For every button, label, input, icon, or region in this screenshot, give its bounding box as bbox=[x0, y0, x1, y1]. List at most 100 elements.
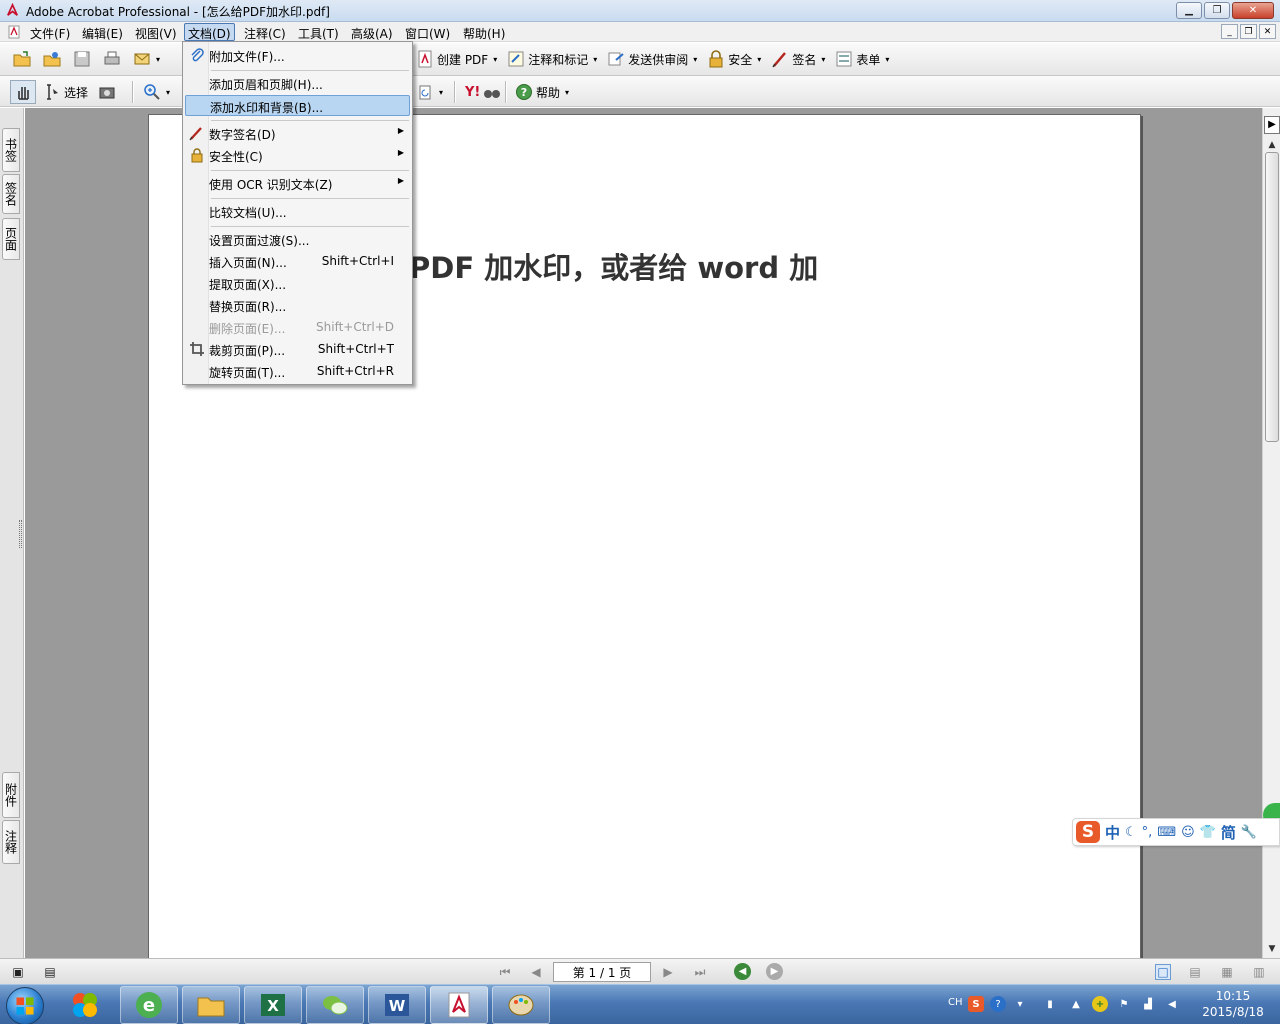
page-layout-icon[interactable]: ▣ bbox=[10, 964, 26, 980]
menuitem-label: 添加页眉和页脚(H)... bbox=[209, 78, 323, 92]
menu-comments[interactable]: 注释(C) bbox=[240, 23, 290, 41]
page-indicator[interactable]: 第 1 / 1 页 bbox=[553, 962, 651, 982]
taskbar-app-paint[interactable] bbox=[492, 986, 550, 1024]
create-pdf-button[interactable]: 创建 PDF ▾ bbox=[413, 47, 500, 71]
input-language[interactable]: CH bbox=[948, 997, 963, 1008]
action-center-icon[interactable]: ⚑ bbox=[1116, 996, 1132, 1012]
open-button[interactable] bbox=[10, 47, 34, 71]
tray-clock[interactable]: 10:15 2015/8/18 bbox=[1198, 988, 1268, 1020]
security-tray-icon[interactable]: + bbox=[1092, 996, 1108, 1012]
taskbar-app-paint-balls[interactable] bbox=[56, 986, 114, 1024]
sogou-logo-icon[interactable]: S bbox=[1076, 821, 1100, 843]
tab-pages[interactable]: 页面 bbox=[2, 218, 20, 260]
zoom-button[interactable]: ▾ bbox=[140, 80, 173, 104]
page-view-button[interactable]: ▾ bbox=[413, 80, 446, 104]
ime-mode-toggle[interactable]: 中 bbox=[1105, 822, 1120, 843]
menuitem-watermark-background[interactable]: 添加水印和背景(B)... bbox=[185, 95, 410, 116]
tab-attachments[interactable]: 附件 bbox=[2, 772, 20, 818]
network-icon[interactable]: ▟ bbox=[1140, 996, 1156, 1012]
last-page-button[interactable]: ⏭ bbox=[692, 964, 708, 980]
skin-shirt-icon[interactable]: 👕 bbox=[1200, 825, 1216, 840]
wrench-icon[interactable]: 🔧 bbox=[1241, 825, 1257, 840]
half-width-moon-icon[interactable]: ☾ bbox=[1125, 825, 1137, 840]
yahoo-toolbar-button[interactable]: Y! bbox=[462, 80, 504, 104]
menuitem-crop-pages[interactable]: 裁剪页面(P)... Shift+Ctrl+T bbox=[185, 339, 410, 360]
menu-tools[interactable]: 工具(T) bbox=[294, 23, 343, 41]
next-page-button[interactable]: ▶ bbox=[660, 964, 676, 980]
punctuation-icon[interactable]: °, bbox=[1142, 825, 1153, 840]
show-hidden-icons-arrow[interactable]: ▲ bbox=[1068, 996, 1084, 1012]
tab-bookmarks[interactable]: 书签 bbox=[2, 128, 20, 172]
close-button[interactable]: ✕ bbox=[1232, 2, 1274, 19]
keyboard-icon[interactable]: ⌨ bbox=[1157, 825, 1176, 840]
continuous-view-icon[interactable]: ▤ bbox=[1187, 964, 1203, 980]
sogou-ime-icon[interactable]: S bbox=[968, 996, 984, 1012]
doc-restore-button[interactable]: ❐ bbox=[1240, 24, 1257, 39]
continuous-facing-view-icon[interactable]: ▥ bbox=[1251, 964, 1267, 980]
print-button[interactable] bbox=[100, 47, 124, 71]
help-button[interactable]: ? 帮助 ▾ bbox=[512, 80, 572, 104]
user-icon[interactable]: ☺ bbox=[1181, 825, 1195, 840]
menu-advanced[interactable]: 高级(A) bbox=[347, 23, 397, 41]
email-button[interactable]: ▾ bbox=[130, 47, 163, 71]
menuitem-ocr[interactable]: 使用 OCR 识别文本(Z) ▶ bbox=[185, 173, 410, 194]
previous-page-button[interactable]: ◀ bbox=[528, 964, 544, 980]
menuitem-compare-documents[interactable]: 比较文档(U)... bbox=[185, 201, 410, 222]
comment-markup-button[interactable]: 注释和标记 ▾ bbox=[504, 47, 600, 71]
scroll-thumb[interactable] bbox=[1265, 152, 1279, 442]
volume-icon[interactable]: ◀ bbox=[1164, 996, 1180, 1012]
start-button[interactable] bbox=[6, 987, 44, 1024]
menu-help[interactable]: 帮助(H) bbox=[459, 23, 509, 41]
document-icon[interactable] bbox=[7, 25, 21, 39]
menu-window[interactable]: 窗口(W) bbox=[401, 23, 454, 41]
menuitem-page-transitions[interactable]: 设置页面过渡(S)... bbox=[185, 229, 410, 250]
security-button[interactable]: 安全 ▾ bbox=[704, 47, 764, 71]
menuitem-digital-signatures[interactable]: 数字签名(D) ▶ bbox=[185, 123, 410, 144]
taskbar-app-browser[interactable]: e bbox=[120, 986, 178, 1024]
scroll-down-arrow[interactable]: ▼ bbox=[1265, 942, 1279, 956]
hand-tool-button[interactable] bbox=[10, 80, 36, 104]
ime-simplified-toggle[interactable]: 简 bbox=[1221, 822, 1236, 843]
ime-options-icon[interactable]: ▾ bbox=[1012, 996, 1028, 1012]
menu-view[interactable]: 视图(V) bbox=[131, 23, 181, 41]
taskbar-app-word[interactable]: W bbox=[368, 986, 426, 1024]
panel-splitter[interactable] bbox=[19, 520, 22, 548]
usb-device-icon[interactable]: ▮ bbox=[1042, 996, 1058, 1012]
forms-button[interactable]: 表单 ▾ bbox=[832, 47, 892, 71]
panel-toggle-button[interactable]: ▶ bbox=[1264, 116, 1280, 134]
organizer-button[interactable] bbox=[40, 47, 64, 71]
taskbar-app-wechat[interactable] bbox=[306, 986, 364, 1024]
menu-document[interactable]: 文档(D) bbox=[184, 23, 235, 41]
tab-comments[interactable]: 注释 bbox=[2, 820, 20, 864]
menuitem-attach-file[interactable]: 附加文件(F)... bbox=[185, 45, 410, 66]
minimize-button[interactable]: ▁ bbox=[1176, 2, 1202, 19]
menu-file[interactable]: 文件(F) bbox=[26, 23, 74, 41]
menuitem-rotate-pages[interactable]: 旋转页面(T)... Shift+Ctrl+R bbox=[185, 361, 410, 382]
taskbar-app-acrobat[interactable] bbox=[430, 986, 488, 1024]
menuitem-header-footer[interactable]: 添加页眉和页脚(H)... bbox=[185, 73, 410, 94]
send-review-button[interactable]: 发送供审阅 ▾ bbox=[604, 47, 700, 71]
tab-signatures[interactable]: 签名 bbox=[2, 174, 20, 214]
menu-edit[interactable]: 编辑(E) bbox=[78, 23, 127, 41]
next-view-button[interactable]: ▶ bbox=[766, 963, 783, 980]
menuitem-replace-pages[interactable]: 替换页面(R)... bbox=[185, 295, 410, 316]
doc-minimize-button[interactable]: _ bbox=[1221, 24, 1238, 39]
snapshot-button[interactable] bbox=[95, 80, 119, 104]
ime-help-icon[interactable]: ? bbox=[990, 996, 1006, 1012]
doc-close-button[interactable]: ✕ bbox=[1259, 24, 1276, 39]
menuitem-security[interactable]: 安全性(C) ▶ bbox=[185, 145, 410, 166]
sign-button[interactable]: 签名 ▾ bbox=[768, 47, 828, 71]
menuitem-insert-pages[interactable]: 插入页面(N)... Shift+Ctrl+I bbox=[185, 251, 410, 272]
taskbar-app-explorer[interactable] bbox=[182, 986, 240, 1024]
previous-view-button[interactable]: ◀ bbox=[734, 963, 751, 980]
first-page-button[interactable]: ⏮ bbox=[497, 964, 513, 980]
page-size-icon[interactable]: ▤ bbox=[42, 964, 58, 980]
save-button[interactable] bbox=[70, 47, 94, 71]
facing-view-icon[interactable]: ▦ bbox=[1219, 964, 1235, 980]
menuitem-extract-pages[interactable]: 提取页面(X)... bbox=[185, 273, 410, 294]
maximize-button[interactable]: ❐ bbox=[1204, 2, 1230, 19]
single-page-view-icon[interactable]: □ bbox=[1155, 964, 1171, 980]
scroll-up-arrow[interactable]: ▲ bbox=[1265, 138, 1279, 152]
taskbar-app-excel[interactable]: X bbox=[244, 986, 302, 1024]
select-tool-button[interactable]: 选择 bbox=[40, 80, 91, 104]
